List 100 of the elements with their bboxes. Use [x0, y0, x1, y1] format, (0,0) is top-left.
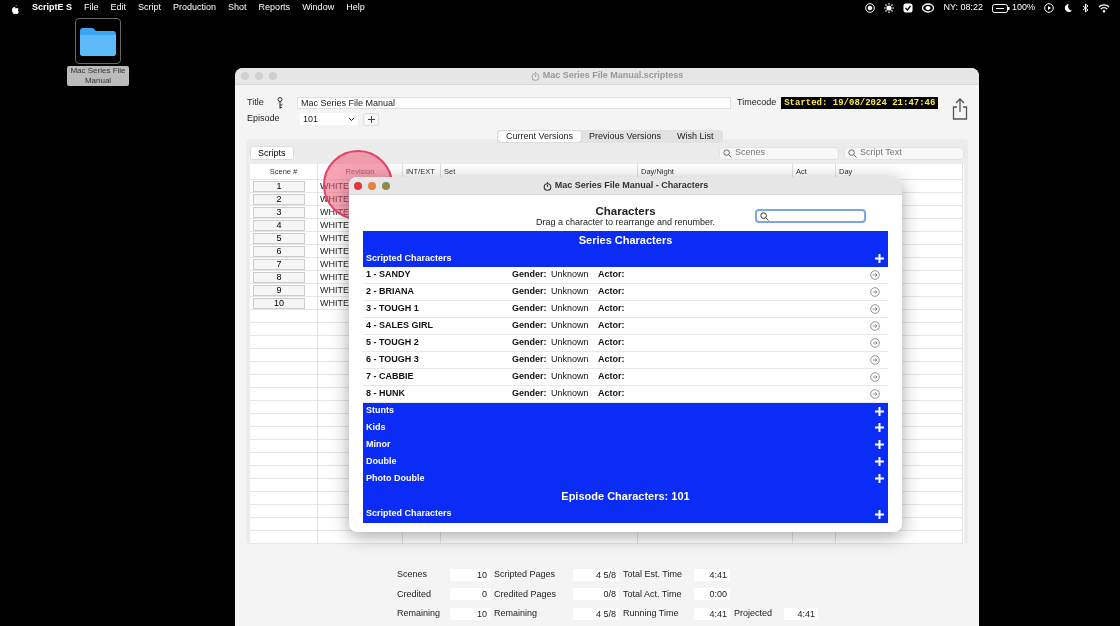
sun-icon[interactable]: [884, 3, 895, 13]
section-row[interactable]: Double: [363, 453, 888, 470]
search-field[interactable]: [755, 209, 866, 223]
battery-indicator[interactable]: 100%: [991, 1, 1035, 15]
revision-text: WHITE: [319, 220, 349, 230]
apple-icon[interactable]: [10, 2, 20, 14]
play-icon[interactable]: [1044, 3, 1054, 13]
plus-icon[interactable]: [875, 406, 884, 416]
bluetooth-icon[interactable]: [1082, 3, 1089, 13]
scripts-button[interactable]: Scripts: [250, 146, 294, 160]
section-row[interactable]: Kids: [363, 419, 888, 437]
scene-number-button[interactable]: 10: [253, 298, 305, 309]
menu-item[interactable]: Script: [132, 1, 168, 15]
plus-icon[interactable]: [875, 509, 884, 519]
tab[interactable]: Current Versions: [498, 131, 582, 142]
plus-icon[interactable]: [875, 473, 884, 483]
arrow-circle-icon[interactable]: [870, 388, 880, 399]
menu-item[interactable]: Reports: [252, 1, 297, 15]
title-field[interactable]: Mac Series File Manual: [297, 97, 731, 109]
scene-number-button[interactable]: 3: [253, 207, 305, 218]
search-icon: [848, 148, 857, 158]
scene-number-button[interactable]: 8: [253, 272, 305, 283]
character-name: 3 - TOUGH 1: [366, 302, 420, 316]
arrow-circle-icon[interactable]: [870, 337, 880, 348]
menu-item[interactable]: Shot: [222, 1, 253, 15]
section-row[interactable]: Photo Double: [363, 470, 888, 487]
character-row[interactable]: 1 - SANDY Gender: Unknown Actor:: [363, 266, 888, 284]
moon-icon[interactable]: [1063, 3, 1073, 13]
file-label[interactable]: Mac Series File Manual: [67, 66, 129, 86]
stopwatch-icon: [542, 180, 552, 191]
share-icon[interactable]: [952, 98, 968, 120]
actor-label: Actor:: [598, 387, 625, 401]
gender-label: Gender:: [512, 268, 548, 282]
stat-label: Credited Pages: [494, 587, 558, 601]
app-menu[interactable]: ScriptE S: [26, 1, 78, 15]
gender-label: Gender:: [512, 285, 548, 299]
scene-number-button[interactable]: 6: [253, 246, 305, 257]
section-row[interactable]: Scripted Characters: [363, 505, 888, 523]
stat-label: Running Time: [623, 607, 680, 620]
episode-value: 101: [303, 113, 319, 125]
checkbox-icon[interactable]: [903, 3, 914, 13]
arrow-circle-icon[interactable]: [870, 269, 880, 280]
add-button[interactable]: [363, 112, 379, 126]
gender-value: Unknown: [551, 302, 590, 316]
stat-value: 4:41: [784, 607, 818, 620]
stat-value: 0: [450, 588, 490, 601]
record-icon[interactable]: [865, 3, 876, 13]
section-row[interactable]: Minor: [363, 436, 888, 454]
clock-text: NY: 08:22: [943, 1, 983, 15]
stat-value: 4 5/8: [573, 607, 619, 620]
wifi-icon[interactable]: [1098, 3, 1110, 13]
scene-number-button[interactable]: 1: [253, 181, 305, 192]
menu-item[interactable]: Window: [296, 1, 341, 15]
group-header: Episode Characters: 101: [560, 488, 691, 504]
stat-value: 4 5/8: [573, 568, 619, 581]
arrow-circle-icon[interactable]: [870, 354, 880, 365]
plus-icon[interactable]: [875, 423, 884, 433]
arrow-circle-icon[interactable]: [870, 303, 880, 314]
tab[interactable]: Wish List: [669, 131, 722, 142]
field-label: Episode: [247, 112, 281, 126]
dialog-heading: Characters: [594, 205, 657, 217]
gender-label: Gender:: [512, 319, 548, 333]
field-label: Timecode: [737, 96, 777, 110]
section-row[interactable]: Scripted Characters: [363, 250, 888, 267]
plus-icon[interactable]: [875, 253, 884, 263]
scene-number-button[interactable]: 7: [253, 259, 305, 270]
section-title: Scripted Characters: [366, 251, 452, 265]
revision-text: WHITE: [319, 259, 349, 269]
actor-label: Actor:: [598, 302, 625, 316]
character-name: 5 - TOUGH 2: [366, 336, 420, 350]
plus-icon[interactable]: [875, 440, 884, 450]
section-title: Stunts: [366, 404, 394, 418]
plus-icon[interactable]: [875, 457, 884, 467]
scene-number-button[interactable]: 2: [253, 194, 305, 205]
search-icon: [760, 212, 769, 221]
folder-icon[interactable]: [79, 26, 117, 56]
group-header: Series Characters: [577, 233, 674, 248]
gender-value: Unknown: [551, 387, 590, 401]
scene-number-button[interactable]: 5: [253, 233, 305, 244]
arrow-circle-icon[interactable]: [870, 371, 880, 382]
menu-item[interactable]: Edit: [104, 1, 133, 15]
arrow-circle-icon[interactable]: [870, 286, 880, 297]
field-label: Title: [247, 96, 265, 110]
menu-item[interactable]: Help: [340, 1, 371, 15]
stat-value: 0:00: [694, 588, 730, 601]
episode-dropdown[interactable]: 101: [300, 113, 358, 125]
menu-item[interactable]: Production: [167, 1, 223, 15]
gender-value: Unknown: [551, 336, 590, 350]
window-title: Mac Series File Manual.scriptess: [542, 69, 684, 83]
section-row[interactable]: Stunts: [363, 402, 888, 420]
section-title: Minor: [366, 438, 391, 452]
gender-value: Unknown: [551, 285, 590, 299]
gender-label: Gender:: [512, 302, 548, 316]
tab[interactable]: Previous Versions: [581, 131, 670, 142]
search-icon: [723, 148, 732, 158]
scene-number-button[interactable]: 9: [253, 285, 305, 296]
scene-number-button[interactable]: 4: [253, 220, 305, 231]
actor-label: Actor:: [598, 268, 625, 282]
menu-item[interactable]: File: [78, 1, 105, 15]
arrow-circle-icon[interactable]: [870, 320, 880, 331]
